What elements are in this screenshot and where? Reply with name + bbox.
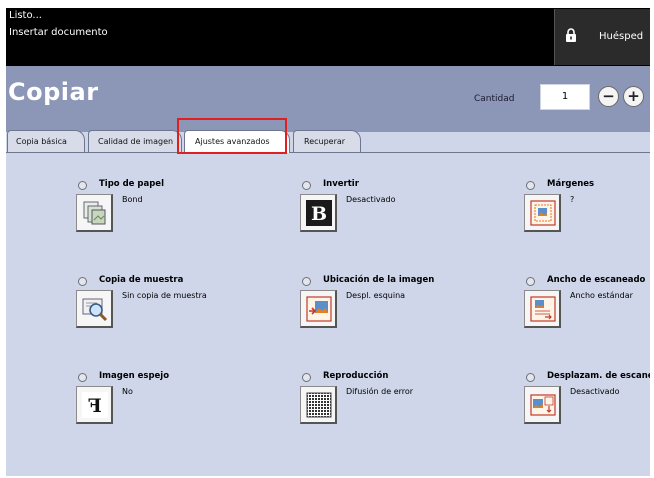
quantity-increase-button[interactable]: + <box>623 86 644 107</box>
quantity-label: Cantidad <box>474 94 515 104</box>
setting-label: Ubicación de la imagen <box>323 275 435 285</box>
status-message: Listo... <box>9 10 42 21</box>
mirror-image-icon: F <box>82 392 108 418</box>
guest-button[interactable]: Huésped <box>554 9 650 65</box>
reproduction-icon <box>306 392 332 418</box>
setting-label: Reproducción <box>323 371 389 381</box>
radio-scan-width[interactable] <box>526 277 535 286</box>
tab-divider <box>6 152 650 153</box>
setting-value: Despl. esquina <box>346 291 406 300</box>
invert-glyph: B <box>311 203 327 225</box>
margins-button[interactable] <box>524 194 561 232</box>
setting-value: Difusión de error <box>346 387 414 396</box>
image-position-icon <box>306 296 332 322</box>
setting-label: Tipo de papel <box>99 179 164 189</box>
scan-width-button[interactable] <box>524 290 561 328</box>
invert-button[interactable]: B <box>300 194 337 232</box>
image-position-button[interactable] <box>300 290 337 328</box>
paper-type-icon <box>83 201 106 225</box>
radio-image-position[interactable] <box>302 277 311 286</box>
radio-scan-shift[interactable] <box>526 373 535 382</box>
setting-label: Ancho de escaneado <box>547 275 646 285</box>
tab-retrieve[interactable]: Recuperar <box>293 130 361 152</box>
copy-screen: Listo... Insertar documento Huésped Copi… <box>6 8 650 476</box>
setting-value: Desactivado <box>346 195 396 204</box>
status-instruction: Insertar documento <box>9 27 108 38</box>
radio-reproduction[interactable] <box>302 373 311 382</box>
mirror-image-button[interactable]: F <box>76 386 113 424</box>
sample-copy-button[interactable] <box>76 290 113 328</box>
radio-mirror-image[interactable] <box>78 373 87 382</box>
lock-icon <box>566 28 576 42</box>
sample-copy-icon <box>82 298 108 322</box>
radio-invert[interactable] <box>302 181 311 190</box>
setting-label: Imagen espejo <box>99 371 170 381</box>
scan-shift-button[interactable] <box>524 386 561 424</box>
scan-width-icon <box>530 296 556 322</box>
setting-label: Invertir <box>323 179 359 189</box>
reproduction-button[interactable] <box>300 386 337 424</box>
setting-label: Márgenes <box>547 179 595 189</box>
scan-shift-icon <box>530 394 556 416</box>
setting-value: ? <box>570 195 575 204</box>
paper-type-button[interactable] <box>76 194 113 232</box>
radio-margins[interactable] <box>526 181 535 190</box>
setting-value: No <box>122 387 133 396</box>
mirror-glyph: F <box>88 395 102 417</box>
setting-label: Desplazam. de escaneado <box>547 371 650 381</box>
selected-tab-highlight <box>177 118 287 154</box>
status-bar: Listo... Insertar documento Huésped <box>6 8 650 66</box>
setting-label: Copia de muestra <box>99 275 184 285</box>
page-title: Copiar <box>8 78 99 106</box>
guest-label: Huésped <box>599 31 644 42</box>
tab-basic-copy[interactable]: Copia básica <box>7 130 85 152</box>
radio-sample-copy[interactable] <box>78 277 87 286</box>
setting-value: Ancho estándar <box>570 291 633 300</box>
tab-image-quality[interactable]: Calidad de imagen <box>88 130 182 152</box>
setting-value: Bond <box>122 195 143 204</box>
radio-paper-type[interactable] <box>78 181 87 190</box>
quantity-decrease-button[interactable]: − <box>598 86 619 107</box>
margins-icon <box>530 200 556 226</box>
invert-icon: B <box>306 200 332 226</box>
header: Copiar Cantidad 1 − + <box>6 66 650 132</box>
setting-value: Desactivado <box>570 387 620 396</box>
setting-value: Sin copia de muestra <box>122 291 207 300</box>
quantity-field[interactable]: 1 <box>540 84 590 110</box>
